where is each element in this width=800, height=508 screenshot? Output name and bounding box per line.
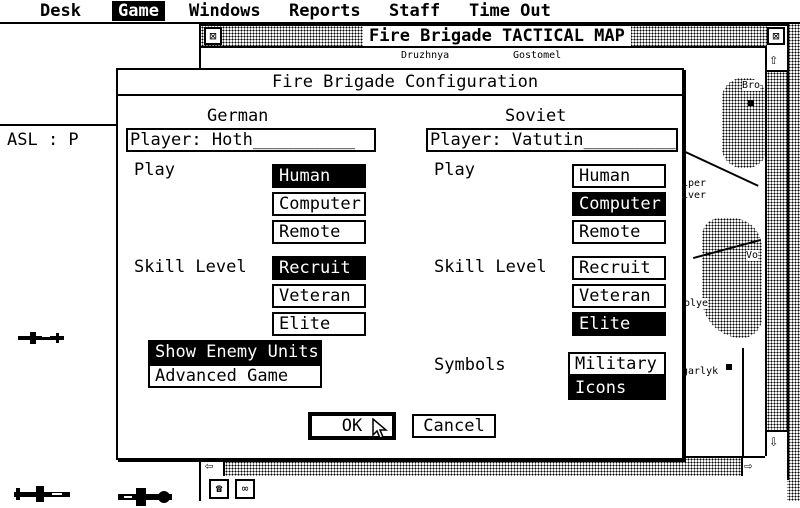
german-skill-veteran[interactable]: Veteran xyxy=(272,284,366,308)
map-label-vo: Vo xyxy=(746,250,759,261)
german-heading: German xyxy=(207,106,269,126)
phone-icon[interactable]: ☎ xyxy=(209,479,229,499)
map-label-iper: iper xyxy=(682,178,707,189)
soviet-play-human[interactable]: Human xyxy=(572,164,666,188)
scroll-up-icon[interactable]: ⇧ xyxy=(769,50,778,68)
cancel-button[interactable]: Cancel xyxy=(412,414,496,438)
hscroll-track[interactable] xyxy=(223,458,743,476)
soviet-skill-elite[interactable]: Elite xyxy=(572,312,666,336)
scroll-left-icon[interactable]: ⇦ xyxy=(205,458,213,474)
soviet-skill-label: Skill Level xyxy=(434,257,547,277)
symbols-icons[interactable]: Icons xyxy=(568,376,666,400)
soviet-skill-recruit[interactable]: Recruit xyxy=(572,256,666,280)
menu-time-out[interactable]: Time Out xyxy=(463,1,557,21)
soviet-play-label: Play xyxy=(434,160,475,180)
german-play-label: Play xyxy=(134,160,175,180)
advanced-game-toggle[interactable]: Advanced Game xyxy=(148,364,322,388)
menu-reports[interactable]: Reports xyxy=(283,1,367,21)
map-title: Fire Brigade TACTICAL MAP xyxy=(363,26,631,46)
forest-area xyxy=(702,218,762,338)
german-skill-elite[interactable]: Elite xyxy=(272,312,366,336)
rail-line xyxy=(742,348,744,456)
vscroll-track[interactable] xyxy=(767,70,787,432)
bomber-plane-icon-2[interactable] xyxy=(114,486,176,508)
scroll-right-icon[interactable]: ⇨ xyxy=(744,458,752,474)
soviet-skill-veteran[interactable]: Veteran xyxy=(572,284,666,308)
map-label-druzhnya: Druzhnya xyxy=(401,50,450,61)
status-bar: ☎ ∞ xyxy=(199,476,787,501)
map-close-icon[interactable]: ⊠ xyxy=(204,27,222,45)
binoculars-icon[interactable]: ∞ xyxy=(235,479,255,499)
map-fullbox-icon[interactable]: ⊠ xyxy=(767,27,785,45)
show-enemy-units-toggle[interactable]: Show Enemy Units xyxy=(148,340,322,364)
town-marker xyxy=(726,364,732,370)
scroll-down-icon[interactable]: ⇩ xyxy=(769,432,778,450)
soviet-play-computer[interactable]: Computer xyxy=(572,192,666,216)
german-play-computer[interactable]: Computer xyxy=(272,192,366,216)
dialog-title-bar[interactable]: Fire Brigade Configuration xyxy=(118,70,682,96)
configuration-dialog: Fire Brigade Configuration German Player… xyxy=(116,68,684,460)
menu-game[interactable]: Game xyxy=(112,1,165,21)
german-player-field[interactable]: Player: Hoth__________ xyxy=(126,128,376,152)
map-vscroll[interactable]: ⇧ ⇩ xyxy=(765,48,787,456)
symbols-label: Symbols xyxy=(434,355,506,375)
menu-desk[interactable]: Desk xyxy=(34,1,87,21)
map-label-gostomel: Gostomel xyxy=(513,50,562,61)
map-label-bro: Bro xyxy=(742,80,761,91)
map-label-olye: olye xyxy=(684,298,709,309)
soviet-heading: Soviet xyxy=(505,106,567,126)
town-marker xyxy=(748,100,754,106)
fighter-plane-icon[interactable] xyxy=(16,330,68,346)
menu-bar: Desk Game Windows Reports Staff Time Out xyxy=(0,0,800,24)
forest-area-top xyxy=(722,78,765,168)
symbols-military[interactable]: Military xyxy=(568,352,666,376)
menu-staff[interactable]: Staff xyxy=(383,1,446,21)
map-label-garlyk: garlyk xyxy=(682,366,719,377)
german-play-remote[interactable]: Remote xyxy=(272,220,366,244)
german-play-human[interactable]: Human xyxy=(272,164,366,188)
german-skill-label: Skill Level xyxy=(134,257,247,277)
german-skill-recruit[interactable]: Recruit xyxy=(272,256,366,280)
bomber-plane-icon-1[interactable] xyxy=(12,484,74,504)
map-terrain[interactable]: Bro iper iver Vo olye garlyk ovka xyxy=(682,48,765,456)
asl-label: ASL : P xyxy=(7,130,79,150)
mouse-pointer-icon xyxy=(372,418,388,439)
dialog-title: Fire Brigade Configuration xyxy=(272,72,539,92)
soviet-player-field[interactable]: Player: Vatutin_________ xyxy=(426,128,678,152)
menu-windows[interactable]: Windows xyxy=(183,1,267,21)
soviet-play-remote[interactable]: Remote xyxy=(572,220,666,244)
map-label-iver: iver xyxy=(682,190,707,201)
